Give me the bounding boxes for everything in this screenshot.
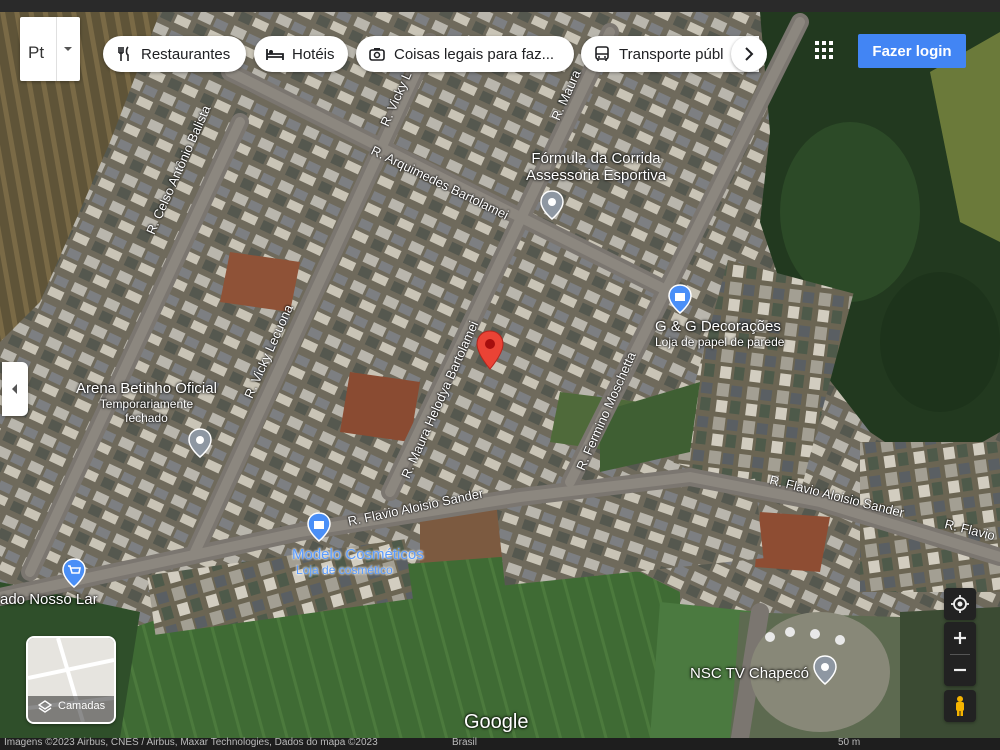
layers-button[interactable]: Camadas <box>26 636 116 724</box>
chip-restaurantes[interactable]: Restaurantes <box>103 36 246 72</box>
login-button[interactable]: Fazer login <box>858 34 966 68</box>
poi-formula-da-corrida[interactable]: Fórmula da Corrida Assessoria Esportiva <box>526 150 666 184</box>
google-logo: Google <box>464 711 529 733</box>
poi-name: G & G Decorações <box>655 318 781 335</box>
my-location-button[interactable] <box>944 588 976 620</box>
zoom-out-button[interactable] <box>944 654 976 686</box>
plus-icon <box>954 632 966 644</box>
map-pin-icon[interactable] <box>540 190 564 220</box>
crosshair-icon <box>951 595 969 613</box>
chip-hoteis[interactable]: Hotéis <box>254 36 348 72</box>
poi-modelo-cosmeticos[interactable]: Modelo Cosméticos Loja de cosmético <box>292 546 424 577</box>
location-pin-icon[interactable] <box>476 330 504 370</box>
poi-arena-betinho[interactable]: Arena Betinho Oficial Temporariamente fe… <box>76 380 217 425</box>
poi-subtitle: Temporariamente <box>99 397 194 411</box>
camera-icon <box>368 45 386 63</box>
chip-label: Hotéis <box>292 45 335 63</box>
street-view-pegman[interactable] <box>944 690 976 722</box>
login-label: Fazer login <box>872 42 952 60</box>
minus-icon <box>954 668 966 672</box>
top-border <box>0 0 1000 12</box>
chip-coisas-legais[interactable]: Coisas legais para faz... <box>356 36 574 72</box>
attribution-bar: Imagens ©2023 Airbus, CNES / Airbus, Max… <box>0 737 1000 750</box>
chip-label: Restaurantes <box>141 45 231 63</box>
shopping-bag-pin-icon[interactable] <box>307 512 331 542</box>
region-link[interactable]: Brasil <box>452 737 477 748</box>
poi-subtitle: Loja de papel de parede <box>655 335 785 349</box>
pegman-icon <box>956 696 964 716</box>
chevron-right-icon <box>745 47 754 61</box>
poi-name: Fórmula da Corrida <box>531 150 661 167</box>
cart-pin-icon[interactable] <box>62 558 86 588</box>
poi-name: Modelo Cosméticos <box>292 546 424 563</box>
zoom-in-button[interactable] <box>944 622 976 654</box>
chips-next-button[interactable] <box>731 36 767 72</box>
shopping-bag-pin-icon[interactable] <box>668 284 692 314</box>
chevron-down-icon[interactable] <box>63 45 73 53</box>
poi-nsc-tv[interactable]: NSC TV Chapecó <box>690 665 809 682</box>
satellite-map[interactable] <box>0 12 1000 738</box>
poi-nosso-lar[interactable]: ado Nosso Lar <box>0 591 98 608</box>
apps-grid-icon[interactable] <box>815 41 833 59</box>
poi-gg-decoracoes[interactable]: G & G Decorações Loja de papel de parede <box>655 318 784 349</box>
map-imagery <box>0 12 1000 738</box>
search-input[interactable]: Pt <box>28 43 44 63</box>
poi-subtitle-line2: fechado <box>125 411 168 425</box>
layers-label: Camadas <box>58 700 106 712</box>
poi-subtitle: Loja de cosmético <box>296 563 393 577</box>
chip-label: Coisas legais para faz... <box>394 45 555 63</box>
search-box[interactable]: Pt <box>20 17 80 81</box>
divider <box>56 17 57 81</box>
bus-icon <box>593 45 611 63</box>
layers-icon <box>38 700 52 713</box>
attribution-text: Imagens ©2023 Airbus, CNES / Airbus, Max… <box>4 737 378 748</box>
scale-label: 50 m <box>838 737 861 748</box>
bed-icon <box>266 45 284 63</box>
side-panel-toggle[interactable] <box>2 362 28 416</box>
map-pin-icon[interactable] <box>813 655 837 685</box>
chip-label: Transporte públ <box>619 45 724 63</box>
poi-name: Arena Betinho Oficial <box>76 380 217 397</box>
fork-knife-icon <box>115 45 133 63</box>
map-pin-icon[interactable] <box>188 428 212 458</box>
chevron-left-icon <box>12 384 17 394</box>
zoom-controls <box>944 622 976 686</box>
poi-name-line2: Assessoria Esportiva <box>526 167 667 184</box>
